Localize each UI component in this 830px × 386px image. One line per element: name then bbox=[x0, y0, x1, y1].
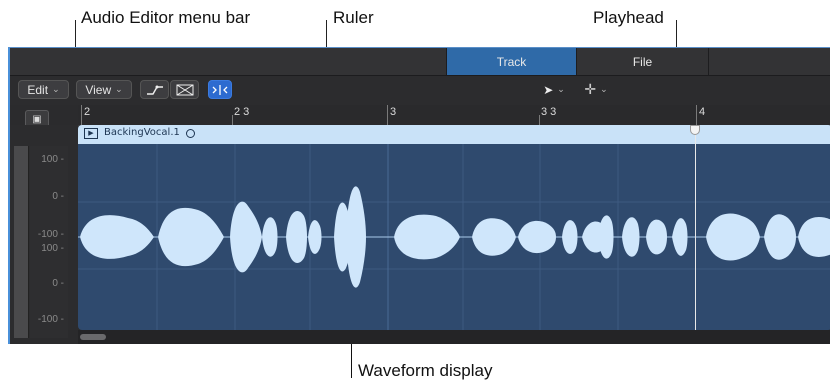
chevron-down-icon: ⌄ bbox=[115, 84, 123, 94]
callout-ruler: Ruler bbox=[333, 8, 374, 27]
edit-menu-label: Edit bbox=[27, 82, 49, 97]
pointer-tool-icon: ➤ bbox=[543, 82, 554, 97]
scale-label: -100 - bbox=[37, 229, 64, 240]
ruler-tick bbox=[232, 115, 233, 125]
scale-label: -100 - bbox=[37, 314, 64, 325]
tab-track[interactable]: Track bbox=[446, 48, 576, 75]
chevron-down-icon: ⌄ bbox=[600, 84, 608, 94]
ruler-mark: 4 bbox=[699, 106, 706, 118]
editor-tab-bar: Track File bbox=[10, 48, 830, 75]
callout-playhead: Playhead bbox=[593, 8, 664, 27]
horizontal-scrollbar[interactable] bbox=[78, 330, 830, 344]
playhead-line[interactable] bbox=[695, 125, 696, 330]
ruler-mark: 2 3 bbox=[234, 106, 250, 118]
ruler-mark: 2 bbox=[84, 106, 91, 118]
ruler-tick bbox=[539, 115, 540, 125]
curve-tool-icon bbox=[146, 85, 163, 95]
audio-editor-window: Track File Edit ⌄ View ⌄ ➤ ⌄ ✛ ⌄ ▣ 2 2 3… bbox=[8, 47, 830, 344]
view-menu-label: View bbox=[85, 82, 112, 97]
region-header[interactable]: ▶ BackingVocal.1 bbox=[78, 125, 830, 144]
chevron-down-icon: ⌄ bbox=[52, 84, 60, 94]
amplitude-scale: 100 - 0 - -100 - 100 - 0 - -100 - bbox=[30, 146, 68, 338]
scale-label: 0 - bbox=[52, 278, 64, 289]
pointer-tool-menu[interactable]: ➤ ⌄ bbox=[536, 80, 572, 99]
ruler-mark: 3 bbox=[390, 106, 397, 118]
ruler-tick bbox=[81, 105, 82, 125]
ruler[interactable]: 2 2 3 3 3 3 4 bbox=[78, 105, 830, 126]
curve-tool-button[interactable] bbox=[140, 80, 169, 99]
waveform-display bbox=[78, 144, 830, 330]
catch-playhead-button[interactable] bbox=[208, 80, 232, 99]
crossfade-icon bbox=[176, 84, 193, 95]
scale-label: 0 - bbox=[52, 191, 64, 202]
track-color-strip bbox=[14, 146, 29, 338]
ruler-tick bbox=[387, 105, 388, 125]
callout-waveform: Waveform display bbox=[358, 361, 493, 380]
tab-file[interactable]: File bbox=[576, 48, 709, 75]
catch-playhead-icon bbox=[212, 84, 228, 95]
ruler-tick bbox=[696, 105, 697, 125]
audio-editor-menu-bar: Edit ⌄ View ⌄ ➤ ⌄ ✛ ⌄ bbox=[10, 75, 830, 105]
region-play-icon: ▶ bbox=[84, 128, 98, 139]
audio-region[interactable]: ▶ BackingVocal.1 bbox=[78, 125, 830, 330]
loop-icon bbox=[186, 129, 195, 138]
secondary-tool-menu[interactable]: ✛ ⌄ bbox=[576, 80, 616, 99]
region-name: BackingVocal.1 bbox=[104, 127, 180, 138]
scrollbar-thumb[interactable] bbox=[80, 334, 106, 340]
edit-menu[interactable]: Edit ⌄ bbox=[18, 80, 69, 99]
ruler-mark: 3 3 bbox=[541, 106, 557, 118]
view-menu[interactable]: View ⌄ bbox=[76, 80, 132, 99]
callout-menu-bar: Audio Editor menu bar bbox=[81, 8, 251, 27]
crosshair-tool-icon: ✛ bbox=[584, 81, 597, 97]
chevron-down-icon: ⌄ bbox=[557, 84, 565, 94]
scale-label: 100 - bbox=[41, 243, 64, 254]
disclosure-icon: ▣ bbox=[32, 113, 42, 125]
playhead-handle[interactable] bbox=[690, 125, 700, 135]
crossfade-button[interactable] bbox=[170, 80, 199, 99]
scale-label: 100 - bbox=[41, 154, 64, 165]
